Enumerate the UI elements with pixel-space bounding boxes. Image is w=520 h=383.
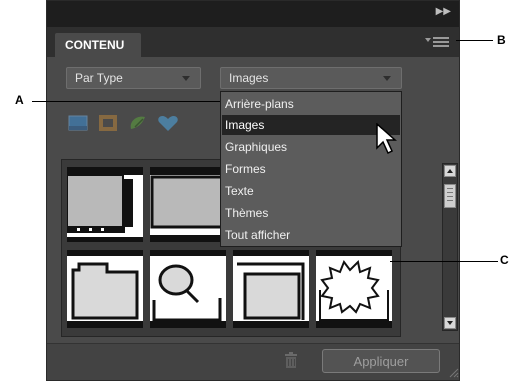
dropdown-item-themes[interactable]: Thèmes <box>222 203 400 223</box>
dropdown-item-tout-afficher[interactable]: Tout afficher <box>222 225 400 245</box>
scroll-thumb[interactable] <box>444 184 456 208</box>
shape-icon[interactable] <box>157 113 179 133</box>
callout-b-line <box>456 40 493 41</box>
thumbnail-item[interactable] <box>150 250 226 328</box>
category-select-value: Images <box>229 71 269 85</box>
thumbnail-item[interactable] <box>67 250 143 328</box>
chevron-down-icon <box>182 76 190 81</box>
scroll-up-button[interactable] <box>444 165 456 177</box>
scroll-down-button[interactable] <box>444 317 456 329</box>
vertical-scrollbar[interactable] <box>442 163 458 331</box>
resize-grip-icon[interactable] <box>447 365 459 378</box>
background-icon[interactable] <box>67 113 89 133</box>
thumbnail-item[interactable] <box>150 167 226 242</box>
trash-icon[interactable] <box>284 352 298 368</box>
tab-contenu[interactable]: CONTENU <box>55 33 141 57</box>
panel-title-bar: ▶▶ <box>47 1 459 27</box>
double-chevron-right-icon[interactable]: ▶▶ <box>436 6 451 17</box>
tab-row: CONTENU <box>47 27 459 57</box>
category-select[interactable]: Images <box>220 67 402 89</box>
callout-b: B <box>497 33 506 47</box>
dropdown-item-graphiques[interactable]: Graphiques <box>222 137 400 157</box>
dropdown-item-texte[interactable]: Texte <box>222 181 400 201</box>
callout-c: C <box>500 253 509 267</box>
graphic-icon[interactable] <box>127 113 149 133</box>
frame-icon[interactable] <box>97 113 119 133</box>
dropdown-item-images[interactable]: Images <box>222 115 400 135</box>
dropdown-item-arriere-plans[interactable]: Arrière-plans <box>222 94 400 114</box>
callout-c-line <box>390 261 498 262</box>
content-panel: ▶▶ CONTENU Par Type Images Arrière-plans… <box>46 0 460 381</box>
type-select-value: Par Type <box>75 71 123 85</box>
callout-a-line <box>32 101 221 102</box>
dropdown-item-formes[interactable]: Formes <box>222 159 400 179</box>
type-select[interactable]: Par Type <box>66 67 201 89</box>
category-dropdown-list: Arrière-plans Images Graphiques Formes T… <box>220 91 402 247</box>
thumbnail-item[interactable] <box>67 167 143 242</box>
chevron-down-icon <box>383 76 391 81</box>
callout-a: A <box>15 93 24 107</box>
cursor-icon <box>376 122 400 162</box>
panel-menu-icon[interactable] <box>425 35 449 47</box>
apply-button[interactable]: Appliquer <box>322 349 440 373</box>
thumbnail-item[interactable] <box>233 250 309 328</box>
thumbnail-item[interactable] <box>316 250 392 328</box>
